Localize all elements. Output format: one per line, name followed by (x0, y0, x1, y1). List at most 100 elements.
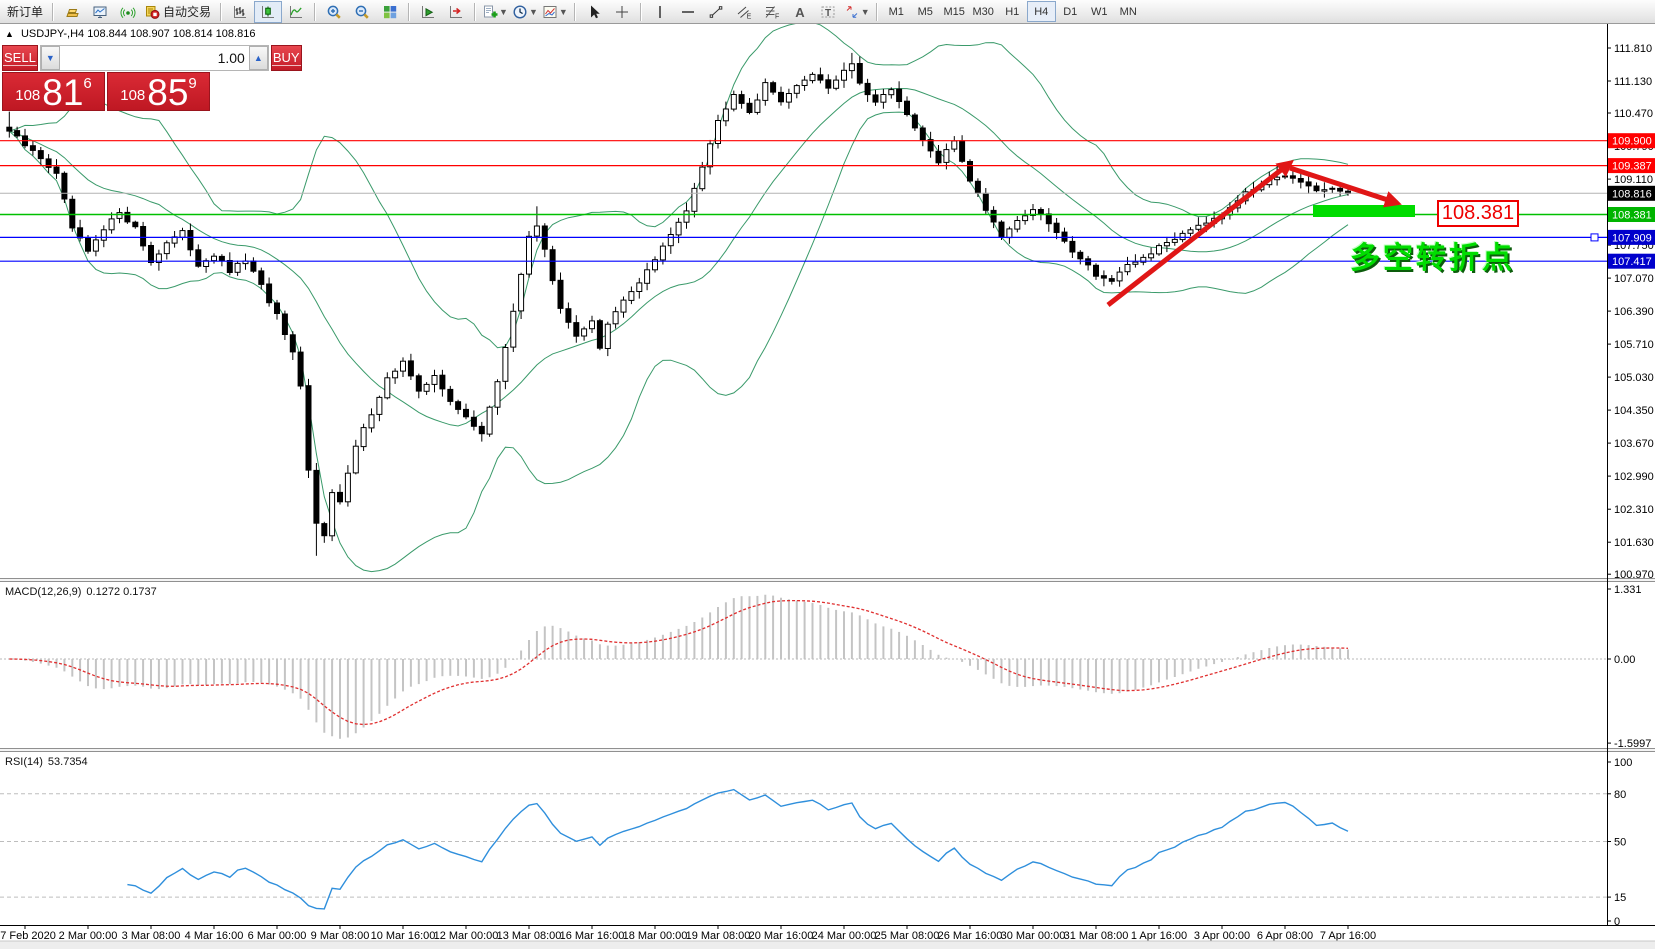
signals-icon[interactable] (114, 1, 142, 23)
timeframe-w1-button[interactable]: W1 (1085, 1, 1114, 22)
svg-text:A: A (795, 5, 805, 20)
toolbar-separator (474, 3, 476, 21)
dropdown-arrow-icon[interactable]: ▼ (499, 7, 508, 17)
timeframe-h1-button[interactable]: H1 (998, 1, 1027, 22)
svg-text:-1.5997: -1.5997 (1614, 738, 1651, 750)
svg-text:3 Mar 08:00: 3 Mar 08:00 (122, 930, 181, 942)
tile-windows-button[interactable] (376, 1, 404, 23)
indicators (482, 4, 498, 20)
toolbar-separator (876, 3, 878, 21)
toolbar: 新订单 自动交易 ▼ ▼ ▼ EFAT ▼ M1M5M15M30H1H4D1W1MN (0, 0, 1655, 24)
volume-decrease-button[interactable]: ▼ (41, 46, 60, 70)
gold-bars-icon[interactable] (58, 1, 86, 23)
svg-text:20 Mar 16:00: 20 Mar 16:00 (749, 930, 814, 942)
shift (448, 4, 464, 20)
timeframe-mn-button[interactable]: MN (1114, 1, 1143, 22)
linechart (288, 4, 304, 20)
dropdown-arrow-icon[interactable]: ▼ (861, 7, 870, 17)
label-button[interactable]: T (814, 1, 842, 23)
svg-text:100: 100 (1614, 757, 1632, 769)
svg-text:6 Mar 00:00: 6 Mar 00:00 (248, 930, 307, 942)
svg-text:102.310: 102.310 (1614, 504, 1654, 516)
dropdown-arrow-icon[interactable]: ▼ (559, 7, 568, 17)
timeframe-m1-button[interactable]: M1 (882, 1, 911, 22)
vertical-line-button[interactable] (646, 1, 674, 23)
svg-text:107.070: 107.070 (1614, 273, 1654, 285)
templates-button[interactable]: ▼ (540, 1, 570, 23)
horizontal-line-button[interactable] (674, 1, 702, 23)
terminal (92, 4, 108, 20)
auto-scroll-button[interactable] (414, 1, 442, 23)
volume-input[interactable] (60, 46, 249, 70)
autoscroll (420, 4, 436, 20)
sell-price-prefix: 108 (15, 83, 40, 109)
dropdown-arrow-icon[interactable]: ▼ (529, 7, 538, 17)
svg-text:111.130: 111.130 (1614, 76, 1652, 88)
svg-text:102.990: 102.990 (1614, 471, 1654, 483)
bar-chart-button[interactable] (226, 1, 254, 23)
svg-text:103.670: 103.670 (1614, 438, 1654, 450)
channel-button[interactable]: E (730, 1, 758, 23)
zoom-out-button[interactable] (348, 1, 376, 23)
gold (64, 4, 80, 20)
svg-text:31 Mar 08:00: 31 Mar 08:00 (1064, 930, 1129, 942)
timeframe-m5-button[interactable]: M5 (911, 1, 940, 22)
one-click-collapse-toggle[interactable]: ▲ (5, 29, 14, 39)
zoomin (326, 4, 342, 20)
autotrading (144, 4, 160, 20)
buy-price-prefix: 108 (120, 83, 145, 109)
candles (260, 4, 276, 20)
svg-text:19 Mar 08:00: 19 Mar 08:00 (686, 930, 751, 942)
autotrading-button[interactable]: 自动交易 (142, 1, 216, 23)
svg-text:111.810: 111.810 (1614, 43, 1652, 55)
timeframe-m15-button[interactable]: M15 (940, 1, 969, 22)
candlestick-button[interactable] (254, 1, 282, 23)
zoom-in-button[interactable] (320, 1, 348, 23)
cursor-button[interactable] (580, 1, 608, 23)
svg-text:27 Feb 2020: 27 Feb 2020 (0, 930, 56, 942)
chart-shift-button[interactable] (442, 1, 470, 23)
terminal-icon[interactable] (86, 1, 114, 23)
turning-point-note[interactable]: 多空转折点 (1350, 233, 1515, 277)
fibonacci-button[interactable]: F (758, 1, 786, 23)
svg-text:100.970: 100.970 (1614, 569, 1654, 581)
crosshair-button[interactable] (608, 1, 636, 23)
rsi-label: RSI(14) (5, 756, 43, 768)
timeframe-d1-button[interactable]: D1 (1056, 1, 1085, 22)
sell-price-box[interactable]: 108 81 6 (2, 72, 105, 111)
line-chart-button[interactable] (282, 1, 310, 23)
svg-text:30 Mar 00:00: 30 Mar 00:00 (1001, 930, 1066, 942)
periods-button[interactable]: ▼ (510, 1, 540, 23)
macd-header: MACD(12,26,9)0.1272 0.1737 (5, 586, 162, 598)
arrows-button[interactable]: ▼ (842, 1, 872, 23)
sell-button[interactable]: SELL (2, 45, 38, 71)
support-zone-rect[interactable] (1313, 205, 1415, 217)
trendline (708, 4, 724, 20)
volume-increase-button[interactable]: ▲ (249, 46, 268, 70)
support-price-label[interactable]: 108.381 (1437, 200, 1519, 227)
timeframe-m30-button[interactable]: M30 (969, 1, 998, 22)
toolbar-separator (220, 3, 222, 21)
chart-header: ▲ USDJPY-,H4 108.844 108.907 108.814 108… (5, 28, 255, 40)
svg-text:105.710: 105.710 (1614, 339, 1654, 351)
hline-handle[interactable] (1591, 234, 1598, 241)
chart-canvas[interactable]: 111.810111.130110.470109.790109.110107.7… (0, 0, 1655, 949)
text-button[interactable]: A (786, 1, 814, 23)
svg-text:110.470: 110.470 (1614, 108, 1653, 120)
toolbar-separator (640, 3, 642, 21)
svg-text:4 Mar 16:00: 4 Mar 16:00 (185, 930, 244, 942)
bars (232, 4, 248, 20)
toolbar-separator (574, 3, 576, 21)
timeframe-h4-button[interactable]: H4 (1027, 1, 1056, 22)
buy-price-box[interactable]: 108 85 9 (107, 72, 210, 111)
svg-text:107.417: 107.417 (1612, 256, 1652, 268)
volume-stepper: ▼ ▲ (40, 45, 269, 71)
svg-text:80: 80 (1614, 789, 1626, 801)
buy-button[interactable]: BUY (271, 45, 302, 71)
indicators-button[interactable]: ▼ (480, 1, 510, 23)
trendline-button[interactable] (702, 1, 730, 23)
svg-text:108.381: 108.381 (1612, 210, 1652, 222)
rsi-header: RSI(14)53.7354 (5, 756, 93, 768)
svg-text:109.387: 109.387 (1612, 161, 1652, 173)
new-order-button[interactable]: 新订单 (2, 1, 48, 23)
